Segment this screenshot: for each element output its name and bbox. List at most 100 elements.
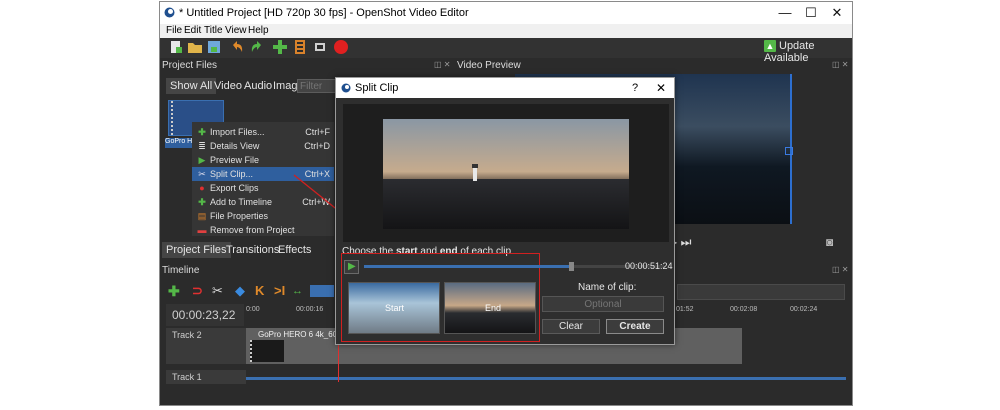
plus-icon: ✚ — [198, 197, 206, 207]
menu-file[interactable]: File — [166, 25, 182, 36]
menu-item-shortcut: Ctrl+D — [304, 141, 330, 151]
video-preview-header: Video Preview — [457, 60, 521, 71]
update-available-button[interactable]: ▲ Update Available — [764, 40, 852, 64]
seek-progress — [364, 265, 571, 268]
window-title: * Untitled Project [HD 720p 30 fps] - Op… — [179, 7, 469, 19]
menu-item-split-clip[interactable]: ✂ Split Clip... Ctrl+X — [192, 167, 334, 181]
start-thumbnail[interactable]: Start — [348, 282, 440, 334]
menu-bar: File Edit Title View Help — [160, 24, 852, 38]
previous-marker-icon[interactable]: K — [255, 283, 264, 298]
snap-magnet-icon[interactable]: ⊃ — [192, 283, 203, 299]
export-icon: ● — [199, 183, 205, 193]
export-video-icon[interactable] — [333, 39, 349, 55]
tab-show-all[interactable]: Show All — [166, 78, 217, 94]
preview-float-icon[interactable]: ◫ ✕ — [832, 60, 848, 69]
menu-item-label: File Properties — [210, 211, 269, 221]
openshot-logo-icon — [341, 83, 351, 93]
import-files-icon[interactable] — [272, 39, 288, 55]
add-marker-icon[interactable]: ◆ — [235, 283, 245, 299]
menu-item-label: Import Files... — [210, 127, 265, 137]
undo-icon[interactable] — [229, 39, 245, 55]
properties-icon: ▤ — [197, 211, 207, 221]
lighthouse-top — [472, 164, 478, 168]
clip-name-input[interactable] — [542, 296, 664, 312]
clip-thumbnail — [250, 340, 284, 362]
title-bar: * Untitled Project [HD 720p 30 fps] - Op… — [160, 2, 852, 24]
clear-button[interactable]: Clear — [542, 319, 600, 334]
help-button[interactable]: ? — [632, 82, 638, 94]
choose-profile-icon[interactable] — [292, 39, 308, 55]
track-label: Track 2 — [172, 330, 202, 340]
file-label: GoPro H — [165, 138, 195, 148]
shore-rocks — [383, 179, 629, 229]
timeline-header: Timeline — [162, 265, 200, 276]
clip-preview-area — [343, 104, 669, 242]
list-icon: ≣ — [198, 141, 206, 151]
menu-item-import-files[interactable]: ✚ Import Files... Ctrl+F — [192, 125, 334, 139]
play-button[interactable]: ▶ — [344, 260, 359, 274]
menu-item-label: Export Clips — [210, 183, 259, 193]
menu-item-shortcut: Ctrl+F — [305, 127, 330, 137]
track-header[interactable]: Track 2 — [166, 328, 246, 364]
add-track-icon[interactable]: ✚ — [168, 283, 180, 300]
seek-track[interactable] — [364, 262, 664, 271]
remove-icon: ▬ — [197, 225, 207, 235]
tab-project-files[interactable]: Project Files — [162, 242, 231, 258]
end-thumbnail[interactable]: End — [444, 282, 536, 334]
clip-preview-frame — [383, 119, 629, 229]
new-project-icon[interactable] — [168, 39, 184, 55]
end-label: End — [485, 303, 502, 313]
track-label: Track 1 — [172, 372, 202, 382]
seek-handle[interactable] — [569, 262, 574, 271]
play-icon: ▶ — [198, 155, 206, 165]
open-project-icon[interactable] — [187, 39, 203, 55]
menu-item-remove-from-project[interactable]: ▬ Remove from Project — [192, 223, 334, 237]
save-project-icon[interactable] — [206, 39, 222, 55]
center-timeline-icon[interactable]: ↔ — [292, 285, 303, 297]
menu-title[interactable]: Title — [204, 25, 223, 36]
menu-edit[interactable]: Edit — [184, 25, 201, 36]
zoom-slider[interactable] — [310, 285, 334, 297]
lighthouse-icon — [473, 167, 477, 181]
menu-item-preview-file[interactable]: ▶ Preview File — [192, 153, 334, 167]
close-dialog-button[interactable]: ✕ — [656, 81, 666, 95]
timeline-scrollbar[interactable] — [246, 377, 846, 380]
menu-item-label: Preview File — [210, 155, 260, 165]
start-label: Start — [385, 303, 405, 313]
fullscreen-icon[interactable] — [312, 39, 328, 55]
dialog-title-bar: Split Clip ? ✕ — [336, 78, 674, 98]
menu-item-file-properties[interactable]: ▤ File Properties — [192, 209, 334, 223]
redo-icon[interactable] — [249, 39, 265, 55]
tab-effects[interactable]: Effects — [274, 242, 315, 258]
zoom-bar[interactable] — [677, 284, 845, 300]
menu-item-add-to-timeline[interactable]: ✚ Add to Timeline Ctrl+W — [192, 195, 334, 209]
update-arrow-icon: ▲ — [764, 40, 776, 53]
close-window-button[interactable]: ✕ — [822, 2, 852, 24]
timeline-float-icon[interactable]: ◫ ✕ — [832, 265, 848, 274]
razor-icon[interactable]: ✂ — [212, 283, 223, 299]
create-button[interactable]: Create — [606, 319, 664, 334]
dialog-title: Split Clip — [355, 82, 399, 94]
camera-icon[interactable]: ◙ — [826, 235, 833, 249]
menu-item-export-clips[interactable]: ● Export Clips — [192, 181, 334, 195]
filter-input[interactable] — [297, 79, 339, 93]
menu-help[interactable]: Help — [248, 25, 269, 36]
film-strip-icon — [171, 101, 175, 135]
menu-view[interactable]: View — [225, 25, 247, 36]
ruler-tick: 00:02:08 — [730, 306, 758, 313]
duration-label: 00:00:51:24 — [625, 261, 673, 271]
toolbar: ▲ Update Available — [160, 38, 852, 64]
ruler-tick: 01:52 — [676, 306, 694, 313]
menu-item-shortcut: Ctrl+X — [304, 169, 330, 179]
bottom-tab-bar: Project Files Transitions Effects — [162, 242, 338, 258]
transform-handle[interactable] — [785, 147, 793, 155]
menu-item-label: Split Clip... — [210, 169, 254, 179]
ruler-tick: 0:00 — [246, 306, 260, 313]
panel-float-icon[interactable]: ◫ ✕ — [434, 60, 450, 69]
next-marker-icon[interactable]: >I — [274, 283, 285, 298]
plus-icon: ✚ — [198, 127, 206, 137]
menu-item-details-view[interactable]: ≣ Details View Ctrl+D — [192, 139, 334, 153]
ruler-tick: 00:00:16 — [296, 306, 324, 313]
name-of-clip-label: Name of clip: — [578, 282, 637, 293]
track-header[interactable]: Track 1 — [166, 370, 246, 384]
